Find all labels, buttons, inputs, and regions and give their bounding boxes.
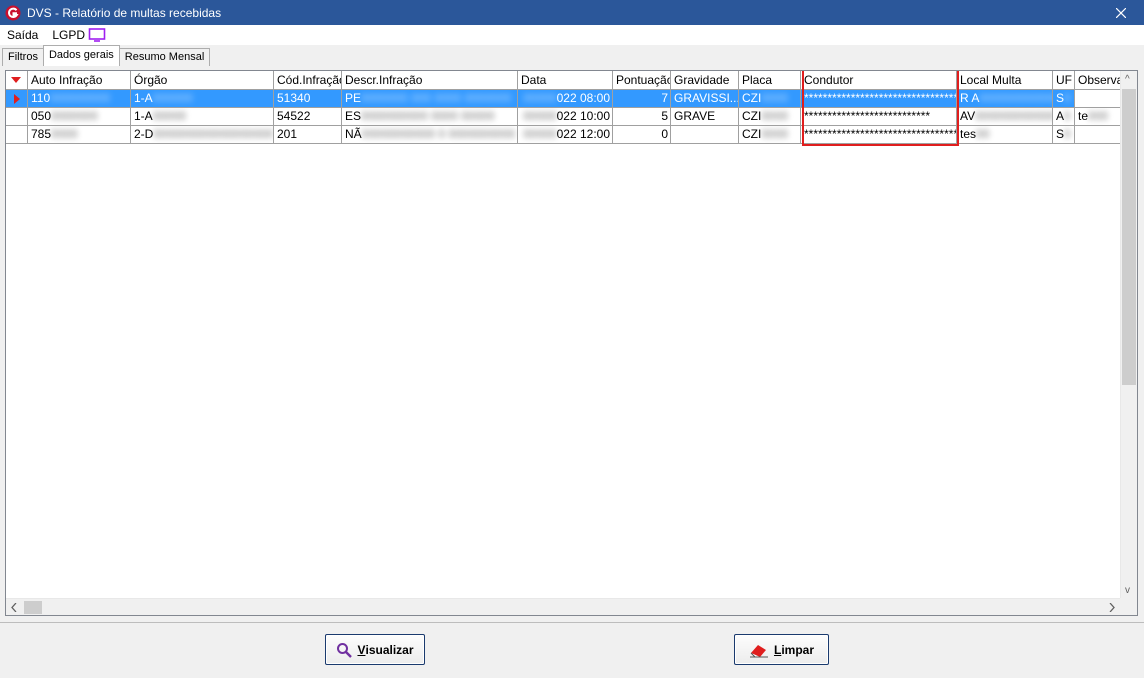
col-cod-infracao[interactable]: Cód.Infração [274,71,342,90]
cell-cod-infracao[interactable]: 201 [274,126,342,143]
eraser-icon [749,642,769,658]
tab-filtros[interactable]: Filtros [2,48,44,66]
col-descr-infracao[interactable]: Descr.Infração [342,71,518,90]
row-indicator[interactable] [6,90,28,107]
vertical-scroll-thumb[interactable] [1122,89,1136,385]
grid-body: 110000000000 1-A000000 51340 PE0000000 0… [6,90,1125,144]
cell-cod-infracao[interactable]: 54522 [274,108,342,125]
scroll-up-icon[interactable]: ^ [1125,74,1130,85]
tab-strip: Filtros Dados gerais Resumo Mensal [2,45,211,66]
title-bar: DVS - Relatório de multas recebidas [0,0,1144,25]
close-icon [1116,7,1126,18]
menu-lgpd[interactable]: LGPD [45,25,88,45]
menu-saida[interactable]: Saída [0,25,45,45]
cell-pontuacao[interactable]: 7 [613,90,671,107]
cell-descr-infracao[interactable]: NÃ00000000000 0 0000000000 [342,126,518,143]
cell-auto-infracao[interactable]: 7850000 [28,126,131,143]
grid-header: Auto Infração Órgão Cód.Infração Descr.I… [6,71,1125,90]
cell-observacao[interactable]: te000 [1075,108,1125,125]
cell-condutor[interactable]: *************************************** [801,90,957,107]
limpar-button[interactable]: Limpar [734,634,829,665]
horizontal-scroll-thumb[interactable] [24,601,42,614]
cell-condutor[interactable]: *************************** [801,108,957,125]
monitor-icon[interactable] [88,28,106,42]
data-grid: Auto Infração Órgão Cód.Infração Descr.I… [5,70,1138,616]
row-indicator[interactable] [6,126,28,143]
col-local-multa[interactable]: Local Multa [957,71,1053,90]
cell-observacao[interactable] [1075,90,1125,107]
dropdown-arrow-icon [11,77,21,83]
button-bar: Visualizar Limpar [0,622,1144,678]
cell-pontuacao[interactable]: 0 [613,126,671,143]
table-row[interactable]: 7850000 2-D000000000000000000 201 NÃ0000… [6,126,1125,144]
scrollbar-corner [1120,598,1137,615]
cell-data[interactable]: 00000022 08:00 [518,90,613,107]
cell-gravidade[interactable]: GRAVE [671,108,739,125]
cell-auto-infracao[interactable]: 110000000000 [28,90,131,107]
cell-auto-infracao[interactable]: 0500000000 [28,108,131,125]
cell-uf[interactable]: A0 [1053,108,1075,125]
col-placa[interactable]: Placa [739,71,801,90]
col-observacao[interactable]: Observa [1075,71,1125,90]
cell-orgao[interactable]: 1-A00000 [131,108,274,125]
cell-placa[interactable]: CZI0000 [739,126,801,143]
col-condutor[interactable]: Condutor [801,71,957,90]
visualizar-button[interactable]: Visualizar [325,634,425,665]
table-row[interactable]: 0500000000 1-A00000 54522 ES0000000000 0… [6,108,1125,126]
tab-resumo-mensal[interactable]: Resumo Mensal [118,48,211,66]
scroll-right-icon[interactable] [1109,603,1115,612]
scroll-left-icon[interactable] [11,603,17,612]
col-gravidade[interactable]: Gravidade [671,71,739,90]
cell-orgao[interactable]: 1-A000000 [131,90,274,107]
current-row-arrow-icon [14,94,20,104]
horizontal-scrollbar[interactable] [6,598,1120,615]
col-uf[interactable]: UF [1053,71,1075,90]
cell-data[interactable]: 00000022 10:00 [518,108,613,125]
cell-gravidade[interactable] [671,126,739,143]
col-auto-infracao[interactable]: Auto Infração [28,71,131,90]
cell-observacao[interactable] [1075,126,1125,143]
cell-local-multa[interactable]: AV000000000000 [957,108,1053,125]
col-orgao[interactable]: Órgão [131,71,274,90]
close-button[interactable] [1098,0,1144,25]
cell-uf[interactable]: S0 [1053,126,1075,143]
cell-placa[interactable]: CZI0000 [739,108,801,125]
cell-data[interactable]: 00000022 12:00 [518,126,613,143]
cell-descr-infracao[interactable]: ES0000000000 0000 00000 [342,108,518,125]
cell-orgao[interactable]: 2-D000000000000000000 [131,126,274,143]
table-row[interactable]: 110000000000 1-A000000 51340 PE0000000 0… [6,90,1125,108]
cell-gravidade[interactable]: GRAVISSI... [671,90,739,107]
window-title: DVS - Relatório de multas recebidas [27,5,222,20]
row-indicator[interactable] [6,108,28,125]
cell-cod-infracao[interactable]: 51340 [274,90,342,107]
tab-dados-gerais[interactable]: Dados gerais [42,45,120,66]
cell-condutor[interactable]: ****************************************… [801,126,957,143]
col-data[interactable]: Data [518,71,613,90]
menu-bar: Saída LGPD [0,25,1144,45]
cell-placa[interactable]: CZI0000 [739,90,801,107]
cell-descr-infracao[interactable]: PE0000000 000 0000 0000000 [342,90,518,107]
vertical-scrollbar[interactable]: ^ v [1120,71,1137,599]
cell-uf[interactable]: S0 [1053,90,1075,107]
col-pontuacao[interactable]: Pontuação [613,71,671,90]
column-selector[interactable] [6,71,28,90]
scroll-down-icon[interactable]: v [1125,585,1130,596]
cell-local-multa[interactable]: R A000000000000 [957,90,1053,107]
cell-pontuacao[interactable]: 5 [613,108,671,125]
cell-local-multa[interactable]: tes00 [957,126,1053,143]
app-logo-icon [5,5,21,20]
magnifier-icon [336,642,353,658]
